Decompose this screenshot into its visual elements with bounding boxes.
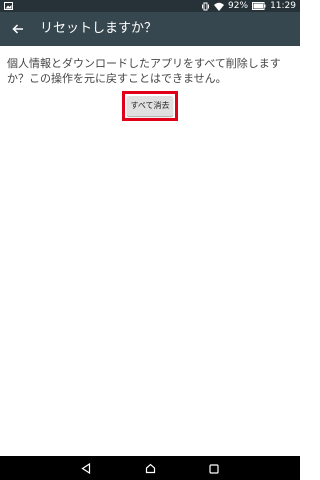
nav-home-button[interactable] — [142, 460, 158, 476]
home-icon — [145, 459, 156, 478]
vibrate-icon — [201, 2, 210, 11]
back-triangle-icon — [81, 459, 91, 478]
erase-all-button[interactable]: すべて消去 — [127, 96, 173, 116]
battery-percent: 92% — [228, 1, 249, 11]
highlight-box: すべて消去 — [122, 91, 178, 121]
arrow-left-icon — [12, 20, 24, 39]
notification-image-icon — [4, 2, 13, 10]
factory-reset-screen: 92% 11:29 リセットしますか？ 個人情報とダウンロードしたアプリをすべて… — [0, 0, 300, 480]
app-toolbar: リセットしますか？ — [0, 12, 300, 46]
navigation-bar — [0, 456, 300, 480]
status-bar: 92% 11:29 — [0, 0, 300, 12]
nav-recents-button[interactable] — [206, 460, 222, 476]
page-title: リセットしますか？ — [40, 21, 158, 36]
nav-back-button[interactable] — [78, 460, 94, 476]
wifi-icon — [214, 2, 225, 11]
reset-warning-message: 個人情報とダウンロードしたアプリをすべて削除しますか？この操作を元に戻すことはで… — [7, 57, 281, 85]
recents-icon — [209, 459, 219, 478]
battery-icon — [252, 2, 266, 10]
status-time: 11:29 — [270, 1, 296, 11]
back-button[interactable] — [6, 17, 30, 41]
